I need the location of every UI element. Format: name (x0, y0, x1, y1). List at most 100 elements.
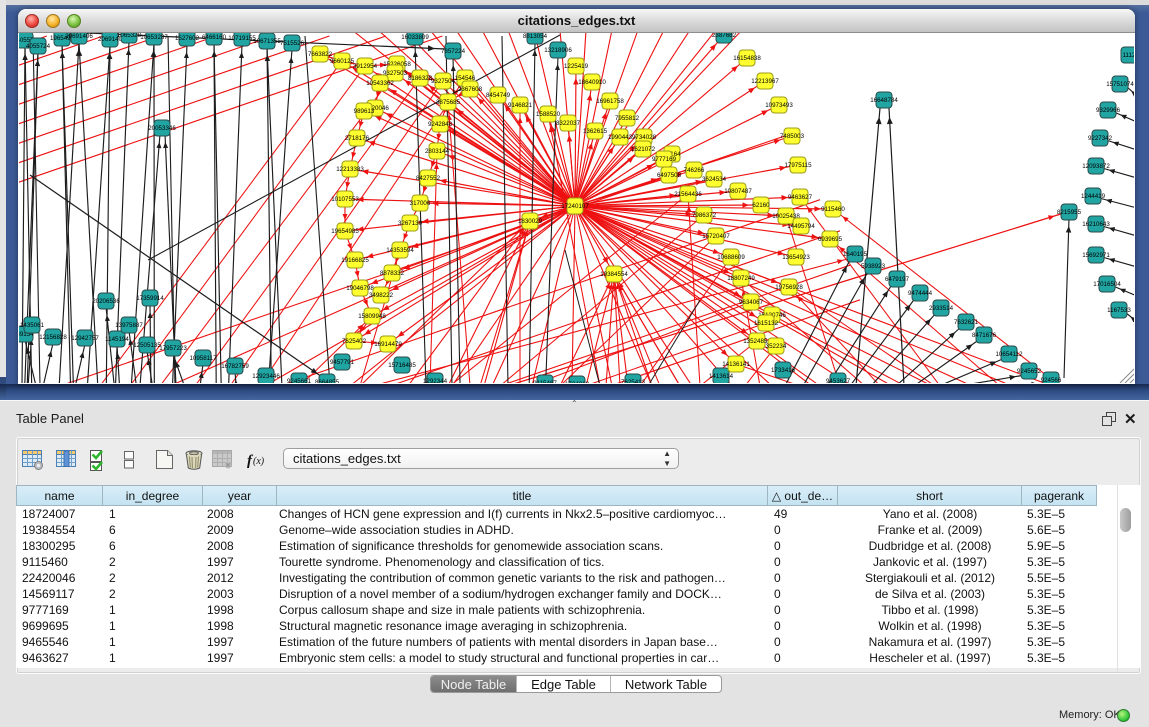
svg-text:17016504: 17016504 (1093, 281, 1121, 288)
svg-text:7632621: 7632621 (954, 319, 979, 326)
svg-text:1244419: 1244419 (1081, 193, 1106, 200)
svg-text:2367608: 2367608 (458, 86, 483, 93)
svg-text:12213383: 12213383 (336, 166, 364, 173)
svg-text:9245661: 9245661 (287, 378, 312, 383)
svg-text:1724010: 1724010 (565, 381, 590, 383)
svg-text:7986372: 7986372 (692, 212, 717, 219)
svg-text:15720407: 15720407 (702, 233, 730, 240)
svg-text:1615132: 1615132 (754, 320, 779, 327)
svg-text:16210643: 16210643 (1082, 221, 1110, 228)
svg-text:3624534: 3624534 (702, 176, 727, 183)
svg-text:2718176: 2718176 (345, 135, 370, 142)
svg-text:21564436: 21564436 (674, 191, 702, 198)
svg-text:1413614: 1413614 (709, 373, 734, 380)
svg-text:3267130: 3267130 (398, 220, 423, 227)
svg-text:9777169: 9777169 (652, 156, 677, 163)
svg-text:14353594: 14353594 (386, 247, 414, 254)
svg-text:7857224: 7857224 (441, 48, 466, 55)
svg-text:9227342: 9227342 (1088, 135, 1113, 142)
svg-text:9146821: 9146821 (508, 102, 533, 109)
svg-text:9634067: 9634067 (739, 299, 764, 306)
svg-text:9660125: 9660125 (330, 58, 355, 65)
svg-text:8471676: 8471676 (972, 332, 997, 339)
svg-text:8454749: 8454749 (486, 92, 511, 99)
svg-text:10654112: 10654112 (995, 351, 1023, 358)
svg-text:1435061: 1435061 (20, 322, 45, 329)
svg-text:18640910: 18640910 (578, 79, 606, 86)
svg-text:10671355: 10671355 (253, 38, 281, 45)
svg-text:15751074: 15751074 (1106, 81, 1134, 88)
svg-text:5938923: 5938923 (861, 263, 886, 270)
svg-text:19654985: 19654985 (331, 228, 359, 235)
svg-text:1362615: 1362615 (583, 128, 608, 135)
svg-text:(x): (x) (253, 456, 265, 467)
svg-text:2933514: 2933514 (929, 305, 954, 312)
svg-text:19384554: 19384554 (600, 271, 628, 278)
svg-text:4055724: 4055724 (26, 43, 51, 50)
svg-text:16782759: 16782759 (221, 363, 249, 370)
svg-text:3498222: 3498222 (369, 292, 394, 299)
svg-text:9329966: 9329966 (1096, 107, 1121, 114)
svg-text:13218906: 13218906 (544, 47, 572, 54)
svg-text:14495794: 14495794 (787, 223, 815, 230)
svg-text:17240107: 17240107 (561, 203, 589, 210)
svg-text:1292344: 1292344 (423, 378, 448, 383)
svg-text:16961758: 16961758 (596, 98, 624, 105)
svg-text:6479197: 6479197 (885, 276, 910, 283)
svg-text:9474444: 9474444 (908, 290, 933, 297)
svg-text:17359914: 17359914 (136, 295, 164, 302)
svg-text:7485003: 7485003 (780, 133, 805, 140)
svg-text:317006: 317006 (410, 200, 431, 207)
svg-text:10958117: 10958117 (189, 355, 217, 362)
svg-text:1167533: 1167533 (1107, 307, 1131, 314)
svg-text:10688609: 10688609 (717, 254, 745, 261)
svg-text:13975887: 13975887 (115, 322, 143, 329)
svg-text:12093872: 12093872 (1082, 163, 1110, 170)
svg-text:18807249: 18807249 (727, 275, 755, 282)
svg-text:1640195: 1640195 (843, 251, 868, 258)
svg-text:14136141: 14136141 (722, 361, 750, 368)
svg-text:8322037: 8322037 (556, 120, 581, 127)
svg-text:1830029: 1830029 (518, 218, 543, 225)
svg-text:9463627: 9463627 (788, 194, 813, 201)
svg-text:6939695: 6939695 (818, 236, 843, 243)
svg-text:17975115: 17975115 (784, 162, 812, 169)
svg-text:12923446: 12923446 (252, 373, 280, 380)
svg-text:2387682: 2387682 (712, 33, 737, 39)
svg-text:989613: 989613 (354, 108, 375, 115)
svg-text:352234: 352234 (766, 343, 787, 350)
svg-text:1621072: 1621072 (631, 146, 656, 153)
svg-text:15692971: 15692971 (1082, 252, 1110, 259)
svg-text:10719155: 10719155 (228, 35, 256, 42)
svg-text:9457791: 9457791 (330, 359, 355, 366)
svg-text:13654923: 13654923 (782, 254, 810, 261)
svg-text:924566: 924566 (1041, 377, 1062, 383)
svg-text:8664855: 8664855 (315, 379, 340, 383)
svg-text:9115460: 9115460 (821, 206, 845, 213)
svg-text:9242848: 9242848 (428, 121, 453, 128)
svg-text:9245652: 9245652 (1017, 368, 1042, 375)
svg-text:1225419: 1225419 (564, 63, 589, 70)
svg-text:9734028: 9734028 (632, 134, 657, 141)
svg-text:10973493: 10973493 (765, 102, 793, 109)
svg-text:3912954: 3912954 (353, 63, 378, 70)
svg-text:12213967: 12213967 (751, 78, 779, 85)
svg-text:15809948: 15809948 (358, 313, 386, 320)
svg-text:8427552: 8427552 (416, 175, 441, 182)
svg-text:1112: 1112 (1123, 52, 1134, 59)
svg-text:9115467: 9115467 (533, 380, 557, 383)
svg-text:10807487: 10807487 (724, 188, 752, 195)
svg-text:7663822: 7663822 (308, 51, 333, 58)
svg-text:7625413: 7625413 (621, 379, 646, 383)
svg-text:16914479: 16914479 (374, 341, 402, 348)
svg-text:3875685: 3875685 (436, 99, 461, 106)
svg-text:15716485: 15716485 (388, 362, 416, 369)
svg-text:6497508: 6497508 (657, 172, 682, 179)
svg-text:19756928: 19756928 (775, 284, 803, 291)
svg-text:2803144: 2803144 (425, 148, 450, 155)
svg-text:20053346: 20053346 (148, 125, 176, 132)
svg-text:10653287: 10653287 (140, 34, 168, 41)
svg-text:1733416: 1733416 (771, 367, 796, 374)
svg-text:12156828: 12156828 (39, 334, 67, 341)
svg-text:8878332: 8878332 (380, 270, 405, 277)
